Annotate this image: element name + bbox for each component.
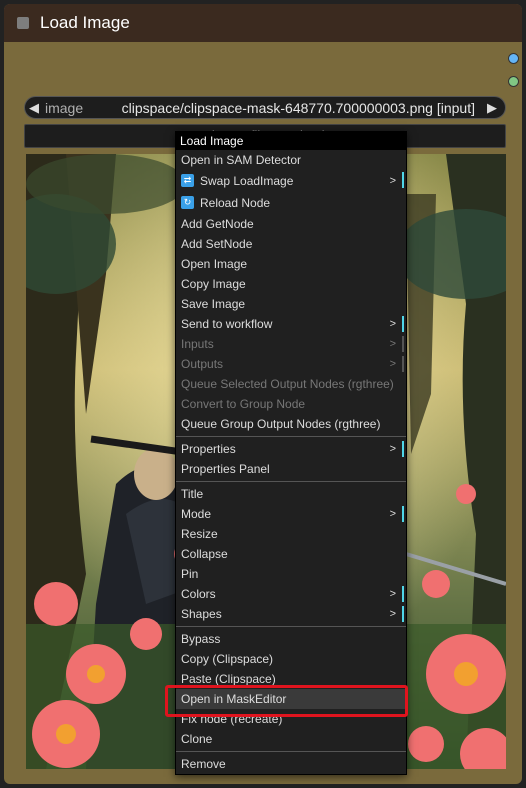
menu-item-copy-clipspace[interactable]: Copy (Clipspace) <box>176 649 406 669</box>
submenu-arrow-icon: > <box>389 175 396 187</box>
menu-item-label: Colors <box>181 587 216 601</box>
menu-item-label: Mode <box>181 507 212 521</box>
menu-item-convert-to-group-node: Convert to Group Node <box>176 394 406 414</box>
menu-item-label: Open in MaskEditor <box>181 692 287 706</box>
menu-item-bypass[interactable]: Bypass <box>176 629 406 649</box>
menu-item-label: Outputs <box>181 357 224 371</box>
triangle-left-icon[interactable]: ◀ <box>25 100 43 116</box>
context-menu-title: Load Image <box>176 132 406 150</box>
output-slot-image[interactable] <box>508 53 519 64</box>
menu-item-colors[interactable]: Colors > <box>176 584 406 604</box>
submenu-arrow-icon: > <box>389 338 396 350</box>
menu-item-open-image[interactable]: Open Image <box>176 254 406 274</box>
submenu-arrow-icon: > <box>389 508 396 520</box>
menu-item-add-setnode[interactable]: Add SetNode <box>176 234 406 254</box>
menu-item-label: Properties <box>181 442 236 456</box>
menu-item-open-in-sam-detector[interactable]: Open in SAM Detector <box>176 150 406 170</box>
menu-item-label: Inputs <box>181 337 214 351</box>
menu-item-label: Collapse <box>181 547 228 561</box>
menu-item-label: Pin <box>181 567 199 581</box>
menu-item-label: Add GetNode <box>181 217 254 231</box>
output-slot-mask[interactable] <box>508 76 519 87</box>
menu-item-shapes[interactable]: Shapes > <box>176 604 406 624</box>
menu-item-inputs: Inputs > <box>176 334 406 354</box>
menu-item-properties[interactable]: Properties > <box>176 439 406 459</box>
menu-item-label: Add SetNode <box>181 237 253 251</box>
menu-item-label: Open Image <box>181 257 248 271</box>
menu-separator <box>176 481 406 482</box>
submenu-indicator <box>402 336 404 352</box>
node-title: Load Image <box>40 13 130 32</box>
menu-item-paste-clipspace[interactable]: Paste (Clipspace) <box>176 669 406 689</box>
menu-separator <box>176 751 406 752</box>
submenu-indicator <box>402 506 404 522</box>
menu-item-label: Bypass <box>181 632 221 646</box>
submenu-indicator <box>402 172 404 188</box>
menu-separator <box>176 436 406 437</box>
menu-item-save-image[interactable]: Save Image <box>176 294 406 314</box>
menu-item-swap-loadimage[interactable]: ⇄ Swap LoadImage > <box>176 170 406 192</box>
reload-icon: ↻ <box>181 196 194 210</box>
menu-item-outputs: Outputs > <box>176 354 406 374</box>
menu-item-clone[interactable]: Clone <box>176 729 406 749</box>
menu-item-label: Paste (Clipspace) <box>181 672 276 686</box>
submenu-arrow-icon: > <box>389 318 396 330</box>
submenu-arrow-icon: > <box>389 358 396 370</box>
submenu-arrow-icon: > <box>389 608 396 620</box>
node-title-bar[interactable]: Load Image <box>4 4 522 42</box>
menu-item-label: Fix node (recreate) <box>181 712 283 726</box>
menu-item-label: Open in SAM Detector <box>181 153 302 167</box>
menu-item-label: Remove <box>181 757 226 771</box>
menu-item-fix-node-recreate[interactable]: Fix node (recreate) <box>176 709 406 729</box>
menu-item-pin[interactable]: Pin <box>176 564 406 584</box>
menu-item-title[interactable]: Title <box>176 484 406 504</box>
menu-item-send-to-workflow[interactable]: Send to workflow > <box>176 314 406 334</box>
menu-item-queue-group-output-nodes-rgthree[interactable]: Queue Group Output Nodes (rgthree) <box>176 414 406 434</box>
menu-item-label: Send to workflow <box>181 317 273 331</box>
menu-item-mode[interactable]: Mode > <box>176 504 406 524</box>
submenu-arrow-icon: > <box>389 588 396 600</box>
menu-item-label: Queue Group Output Nodes (rgthree) <box>181 417 381 431</box>
menu-item-queue-selected-output-nodes-rgthree: Queue Selected Output Nodes (rgthree) <box>176 374 406 394</box>
triangle-right-icon[interactable]: ▶ <box>483 100 501 116</box>
menu-item-label: Title <box>181 487 204 501</box>
menu-item-collapse[interactable]: Collapse <box>176 544 406 564</box>
menu-item-label: Reload Node <box>200 196 271 210</box>
menu-item-resize[interactable]: Resize <box>176 524 406 544</box>
menu-item-label: Swap LoadImage <box>200 174 294 188</box>
menu-separator <box>176 626 406 627</box>
collapse-dot-icon[interactable] <box>17 17 29 29</box>
widget-value: clipspace/clipspace-mask-648770.70000000… <box>121 99 475 116</box>
menu-item-label: Properties Panel <box>181 462 270 476</box>
menu-item-label: Queue Selected Output Nodes (rgthree) <box>181 377 394 391</box>
submenu-indicator <box>402 441 404 457</box>
widget-label: image <box>45 99 84 116</box>
swap-icon: ⇄ <box>181 174 194 188</box>
menu-item-remove[interactable]: Remove <box>176 754 406 774</box>
menu-item-label: Shapes <box>181 607 222 621</box>
image-combo-widget[interactable]: ◀ image clipspace/clipspace-mask-648770.… <box>24 96 506 119</box>
menu-item-label: Copy Image <box>181 277 246 291</box>
menu-item-label: Resize <box>181 527 218 541</box>
menu-item-copy-image[interactable]: Copy Image <box>176 274 406 294</box>
menu-item-reload-node[interactable]: ↻ Reload Node <box>176 192 406 214</box>
submenu-arrow-icon: > <box>389 443 396 455</box>
menu-item-label: Save Image <box>181 297 246 311</box>
menu-item-add-getnode[interactable]: Add GetNode <box>176 214 406 234</box>
menu-item-label: Copy (Clipspace) <box>181 652 274 666</box>
context-menu: Load Image Open in SAM Detector ⇄ Swap Loa… <box>175 131 407 775</box>
submenu-indicator <box>402 586 404 602</box>
submenu-indicator <box>402 316 404 332</box>
menu-item-label: Clone <box>181 732 213 746</box>
submenu-indicator <box>402 606 404 622</box>
submenu-indicator <box>402 356 404 372</box>
menu-item-label: Convert to Group Node <box>181 397 306 411</box>
menu-item-properties-panel[interactable]: Properties Panel <box>176 459 406 479</box>
menu-item-open-in-maskeditor[interactable]: Open in MaskEditor <box>176 689 406 709</box>
